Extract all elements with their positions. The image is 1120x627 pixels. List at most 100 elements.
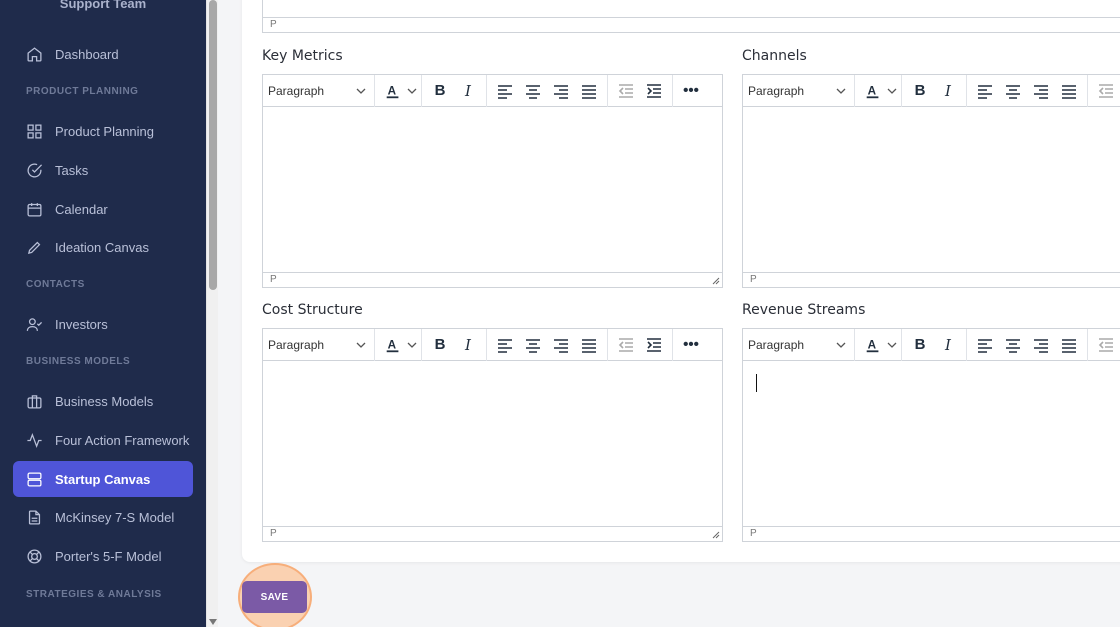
format-group: B I (422, 74, 487, 107)
outdent-icon[interactable] (1092, 331, 1120, 359)
italic-icon[interactable]: I (454, 331, 482, 359)
italic-icon[interactable]: I (454, 77, 482, 105)
align-right-icon[interactable] (1027, 331, 1055, 359)
indent-icon[interactable] (640, 77, 668, 105)
align-center-icon[interactable] (519, 331, 547, 359)
indent-icon[interactable] (640, 331, 668, 359)
text-cursor (756, 374, 757, 392)
outdent-icon[interactable] (1092, 77, 1120, 105)
grid-icon (27, 123, 42, 139)
align-center-icon[interactable] (999, 331, 1027, 359)
editor-statusbar: P (263, 526, 722, 541)
format-group: B I (422, 328, 487, 361)
indent-group (1088, 329, 1120, 361)
chevron-down-icon[interactable] (887, 86, 897, 96)
align-justify-icon[interactable] (575, 331, 603, 359)
block-format-select[interactable]: Paragraph (743, 74, 855, 107)
resize-handle-icon[interactable] (712, 531, 720, 539)
sidebar-item-dashboard[interactable]: Dashboard (13, 36, 193, 72)
align-center-icon[interactable] (519, 77, 547, 105)
resize-handle-icon[interactable] (712, 277, 720, 285)
server-icon (27, 471, 42, 487)
text-color-icon[interactable]: A (859, 77, 887, 105)
svg-text:A: A (388, 338, 397, 351)
sidebar-item-startup-canvas[interactable]: Startup Canvas (13, 461, 193, 497)
indent-group (608, 74, 673, 107)
scroll-down-arrow[interactable] (209, 619, 217, 625)
block-format-select[interactable]: Paragraph (743, 328, 855, 361)
editor-statusbar: P (743, 526, 1120, 541)
italic-icon[interactable]: I (934, 77, 962, 105)
bold-icon[interactable]: B (426, 331, 454, 359)
block-format-select[interactable]: Paragraph (263, 74, 375, 107)
text-color-icon[interactable]: A (379, 331, 407, 359)
user-check-icon (26, 317, 43, 331)
text-color-group[interactable]: A (375, 328, 422, 361)
align-left-icon[interactable] (971, 77, 999, 105)
editor-channels[interactable]: Paragraph A B I P (742, 74, 1120, 288)
align-group (967, 74, 1088, 107)
align-justify-icon[interactable] (1055, 77, 1083, 105)
chevron-down-icon[interactable] (407, 86, 417, 96)
more-icon[interactable]: ••• (677, 331, 705, 359)
align-justify-icon[interactable] (1055, 331, 1083, 359)
chevron-down-icon (356, 88, 366, 94)
editor-toolbar: Paragraph A B I ••• (263, 74, 722, 107)
text-color-group[interactable]: A (855, 74, 902, 107)
chevron-down-icon[interactable] (887, 340, 897, 350)
svg-text:A: A (388, 84, 397, 97)
align-right-icon[interactable] (547, 331, 575, 359)
sidebar-scrollbar[interactable] (206, 0, 218, 627)
block-format-value: Paragraph (268, 337, 325, 352)
sidebar-item-porters[interactable]: Porter's 5-F Model (13, 538, 193, 574)
block-format-select[interactable]: Paragraph (263, 328, 375, 361)
sidebar-item-calendar[interactable]: Calendar (13, 191, 193, 227)
sidebar-item-mckinsey[interactable]: McKinsey 7-S Model (13, 499, 193, 535)
editor-revenue-streams[interactable]: Paragraph A B I P (742, 328, 1120, 542)
sidebar-item-investors[interactable]: Investors (13, 306, 193, 342)
save-button[interactable]: SAVE (242, 581, 307, 613)
bold-icon[interactable]: B (426, 77, 454, 105)
text-color-group[interactable]: A (855, 328, 902, 361)
scrollbar-thumb[interactable] (209, 0, 217, 290)
sidebar: Support Team Dashboard PRODUCT PLANNING … (0, 0, 206, 627)
editor-statusbar: P (743, 272, 1120, 287)
editor-cost-structure[interactable]: Paragraph A B I ••• P (262, 328, 723, 542)
section-product-planning: PRODUCT PLANNING (26, 86, 139, 97)
sidebar-item-four-action-framework[interactable]: Four Action Framework (13, 422, 193, 458)
sidebar-item-label: Ideation Canvas (55, 239, 149, 255)
editor-previous-tail: P (262, 0, 1120, 33)
text-color-icon[interactable]: A (379, 77, 407, 105)
svg-text:A: A (868, 338, 877, 351)
italic-icon[interactable]: I (934, 331, 962, 359)
editor-toolbar: Paragraph A B I (743, 328, 1120, 361)
editor-toolbar: Paragraph A B I (743, 74, 1120, 107)
bold-icon[interactable]: B (906, 331, 934, 359)
align-left-icon[interactable] (491, 77, 519, 105)
align-left-icon[interactable] (971, 331, 999, 359)
sidebar-item-label: McKinsey 7-S Model (55, 509, 175, 525)
bold-icon[interactable]: B (906, 77, 934, 105)
editor-key-metrics[interactable]: Paragraph A B I ••• P (262, 74, 723, 288)
briefcase-icon (27, 394, 42, 409)
sidebar-item-ideation-canvas[interactable]: Ideation Canvas (13, 229, 193, 265)
align-group (487, 74, 608, 107)
text-color-group[interactable]: A (375, 74, 422, 107)
sidebar-item-product-planning[interactable]: Product Planning (13, 113, 193, 149)
align-justify-icon[interactable] (575, 77, 603, 105)
sidebar-item-tasks[interactable]: Tasks (13, 152, 193, 188)
editor-statusbar: P (263, 17, 1120, 32)
outdent-icon[interactable] (612, 331, 640, 359)
outdent-icon[interactable] (612, 77, 640, 105)
align-right-icon[interactable] (547, 77, 575, 105)
align-left-icon[interactable] (491, 331, 519, 359)
sidebar-item-business-models[interactable]: Business Models (13, 383, 193, 419)
chevron-down-icon[interactable] (407, 340, 417, 350)
align-center-icon[interactable] (999, 77, 1027, 105)
text-color-icon[interactable]: A (859, 331, 887, 359)
align-right-icon[interactable] (1027, 77, 1055, 105)
sidebar-item-label: Porter's 5-F Model (55, 548, 162, 564)
more-icon[interactable]: ••• (677, 77, 705, 105)
format-group: B I (902, 74, 967, 107)
block-format-value: Paragraph (268, 83, 325, 98)
